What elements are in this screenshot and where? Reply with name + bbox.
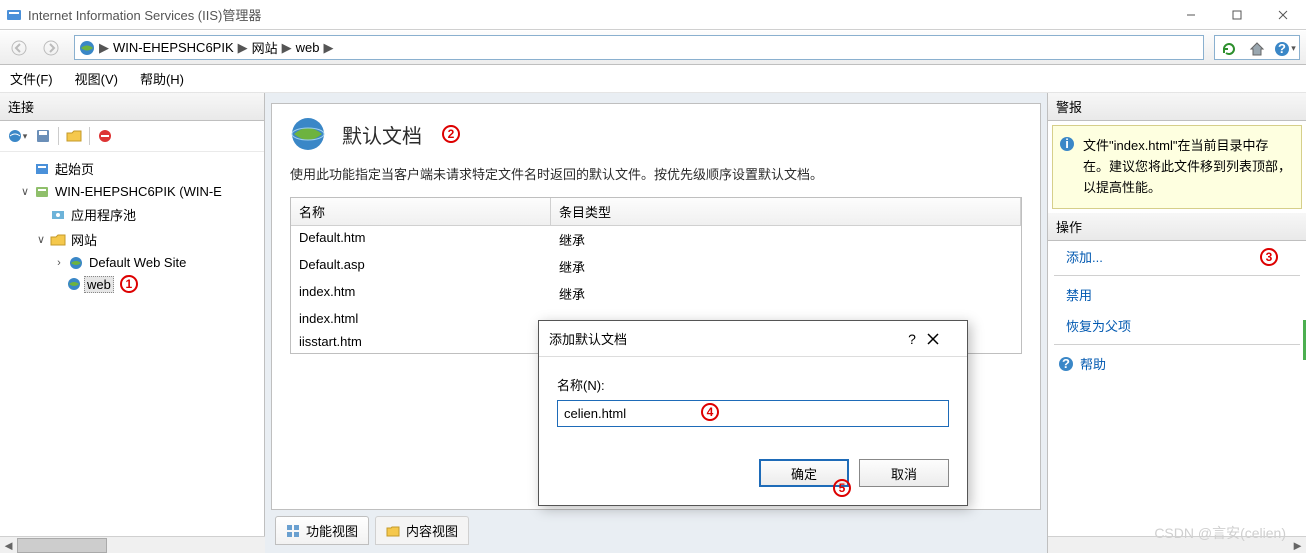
home-button[interactable] — [1244, 37, 1270, 60]
breadcrumb-sites[interactable]: 网站 — [252, 38, 278, 57]
breadcrumb-web[interactable]: web — [296, 40, 320, 55]
forward-button[interactable] — [38, 35, 64, 61]
breadcrumb-root[interactable]: WIN-EHEPSHC6PIK — [113, 40, 234, 55]
tree-web-site[interactable]: web 1 — [2, 273, 262, 295]
tab-content-view[interactable]: 内容视图 — [375, 516, 469, 545]
action-add[interactable]: 添加... 3 — [1048, 241, 1306, 272]
features-icon — [286, 524, 300, 538]
connections-header: 连接 — [0, 93, 264, 121]
watermark: CSDN @言安(celien) — [1154, 523, 1286, 543]
stop-icon[interactable] — [94, 125, 116, 147]
help-icon: ? — [1058, 356, 1074, 372]
server-icon — [34, 184, 50, 200]
annotation-4: 4 — [701, 403, 719, 421]
nav-right-buttons: ?▾ — [1214, 35, 1300, 60]
help-button[interactable]: ?▾ — [1272, 37, 1298, 60]
alert-text: 文件"index.html"在当前目录中存在。建议您将此文件移到列表顶部，以提高… — [1083, 138, 1291, 195]
window-title: Internet Information Services (IIS)管理器 — [28, 5, 1168, 24]
folder-up-icon[interactable] — [63, 125, 85, 147]
menu-bar: 文件(F) 视图(V) 帮助(H) — [0, 65, 1306, 93]
annotation-1: 1 — [120, 275, 138, 293]
collapse-icon[interactable]: ∨ — [34, 233, 48, 246]
annotation-2: 2 — [442, 125, 460, 143]
menu-file[interactable]: 文件(F) — [10, 69, 53, 88]
tree-server[interactable]: ∨ WIN-EHEPSHC6PIK (WIN-E — [2, 181, 262, 202]
feature-description: 使用此功能指定当客户端未请求特定文件名时返回的默认文件。按优先级顺序设置默认文档… — [290, 164, 1022, 183]
view-tabs: 功能视图 内容视图 — [271, 510, 1041, 553]
annotation-3: 3 — [1260, 248, 1278, 266]
navigation-bar: ▶ WIN-EHEPSHC6PIK ▶ 网站 ▶ web ▶ ?▾ — [0, 30, 1306, 65]
action-revert[interactable]: 恢复为父项 — [1048, 310, 1306, 341]
home-icon — [34, 161, 50, 177]
action-disable[interactable]: 禁用 — [1048, 279, 1306, 310]
svg-text:?: ? — [1062, 356, 1070, 371]
name-input[interactable] — [557, 400, 949, 427]
tab-features-view[interactable]: 功能视图 — [275, 516, 369, 545]
dialog-help-button[interactable]: ? — [897, 331, 927, 347]
connections-pane: 连接 ▾ 起始页 ∨ WIN-EHEPSHC6PIK (WIN-E — [0, 93, 265, 553]
tree-app-pool[interactable]: 应用程序池 — [2, 202, 262, 227]
add-default-document-dialog: 添加默认文档 ? 名称(N): 4 确定 5 取消 — [538, 320, 968, 506]
alert-box: i 文件"index.html"在当前目录中存在。建议您将此文件移到列表顶部，以… — [1052, 125, 1302, 209]
feature-title: 默认文档 — [342, 120, 422, 149]
tree-sites[interactable]: ∨ 网站 — [2, 227, 262, 252]
connections-toolbar: ▾ — [0, 121, 264, 152]
name-label: 名称(N): — [557, 375, 949, 394]
alerts-header: 警报 — [1048, 93, 1306, 121]
actions-pane: 警报 i 文件"index.html"在当前目录中存在。建议您将此文件移到列表顶… — [1048, 93, 1306, 553]
refresh-button[interactable] — [1216, 37, 1242, 60]
breadcrumb[interactable]: ▶ WIN-EHEPSHC6PIK ▶ 网站 ▶ web ▶ — [74, 35, 1204, 60]
tree-start-page[interactable]: 起始页 — [2, 156, 262, 181]
col-type-header[interactable]: 条目类型 — [551, 198, 1021, 225]
svg-text:i: i — [1065, 136, 1069, 151]
feature-icon — [290, 116, 326, 152]
dialog-close-button[interactable] — [927, 333, 957, 345]
dialog-title: 添加默认文档 — [549, 329, 897, 348]
maximize-button[interactable] — [1214, 0, 1260, 30]
globe-icon — [66, 276, 82, 292]
close-button[interactable] — [1260, 0, 1306, 30]
actions-header: 操作 — [1048, 213, 1306, 241]
table-row[interactable]: Default.asp继承 — [291, 253, 1021, 280]
table-row[interactable]: Default.htm继承 — [291, 226, 1021, 253]
connect-icon[interactable]: ▾ — [6, 125, 28, 147]
tree-default-site[interactable]: › Default Web Site — [2, 252, 262, 273]
info-icon: i — [1059, 136, 1075, 152]
window-titlebar: Internet Information Services (IIS)管理器 — [0, 0, 1306, 30]
cancel-button[interactable]: 取消 — [859, 459, 949, 487]
globe-icon — [79, 40, 95, 56]
save-icon[interactable] — [32, 125, 54, 147]
connections-tree: 起始页 ∨ WIN-EHEPSHC6PIK (WIN-E 应用程序池 ∨ 网站 — [0, 152, 264, 553]
annotation-5: 5 — [833, 479, 851, 497]
expand-icon[interactable]: › — [52, 257, 66, 269]
action-help[interactable]: ? 帮助 — [1048, 348, 1306, 379]
minimize-button[interactable] — [1168, 0, 1214, 30]
globe-icon — [68, 255, 84, 271]
back-button[interactable] — [6, 35, 32, 61]
folder-icon — [50, 232, 66, 248]
table-row[interactable]: index.htm继承 — [291, 280, 1021, 307]
menu-view[interactable]: 视图(V) — [75, 69, 118, 88]
app-icon — [6, 7, 22, 23]
collapse-icon[interactable]: ∨ — [18, 185, 32, 198]
content-icon — [386, 524, 400, 538]
apppool-icon — [50, 207, 66, 223]
svg-text:?: ? — [1278, 41, 1286, 56]
menu-help[interactable]: 帮助(H) — [140, 69, 184, 88]
col-name-header[interactable]: 名称 — [291, 198, 551, 225]
